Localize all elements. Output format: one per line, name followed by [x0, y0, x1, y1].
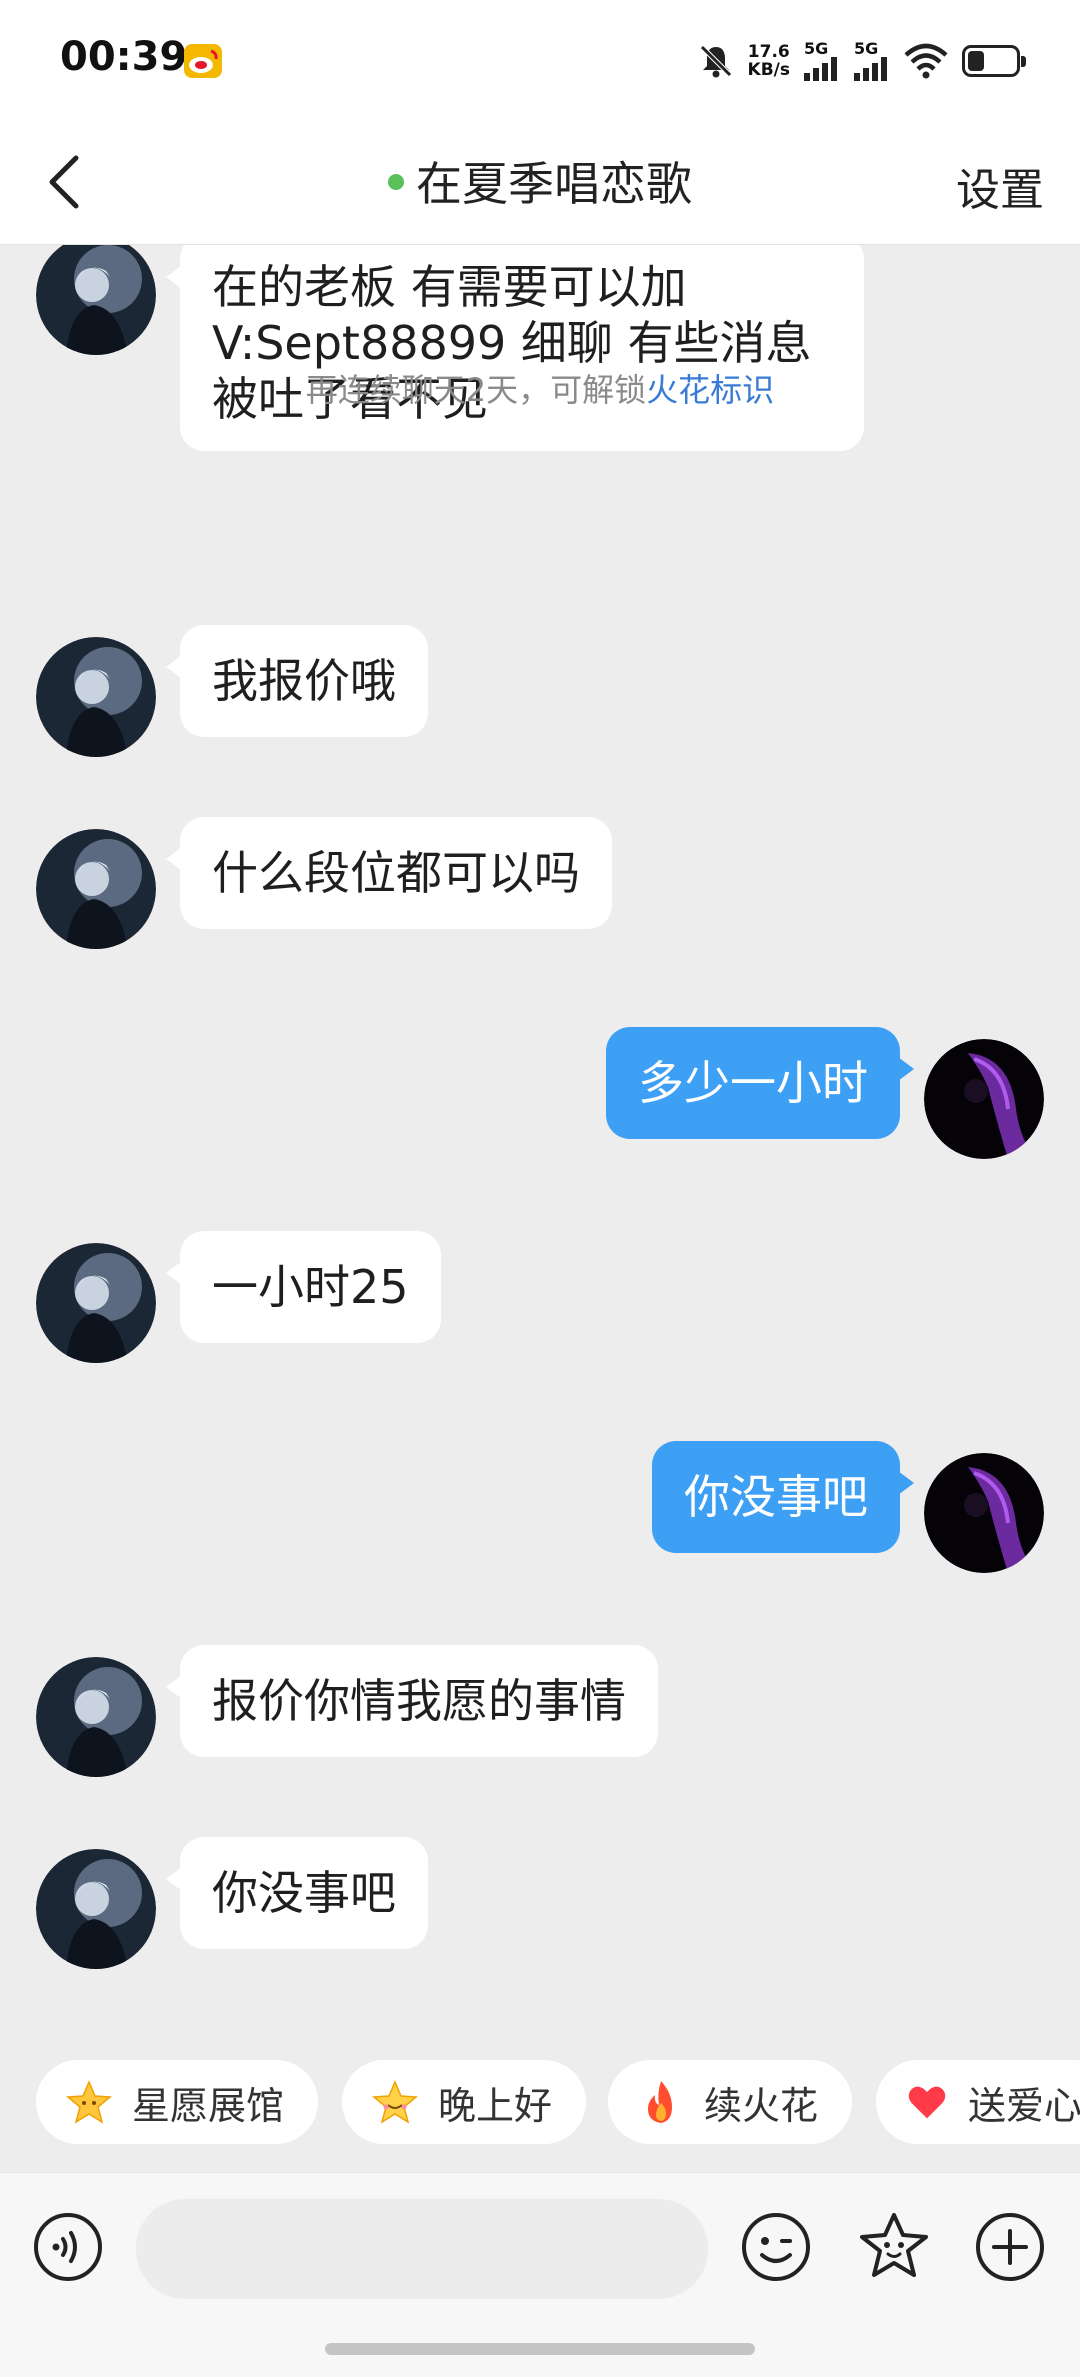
- home-indicator[interactable]: [325, 2343, 755, 2355]
- quick-reply-bar: 星愿展馆 晚上好 续火花 送爱心: [0, 2060, 1080, 2146]
- input-bar: [0, 2172, 1080, 2377]
- contact-avatar[interactable]: [36, 829, 156, 949]
- system-notice-text: 再连续聊天2天，可解锁: [305, 371, 647, 409]
- message-bubble[interactable]: 什么段位都可以吗: [166, 817, 612, 929]
- chip-send-love[interactable]: 送爱心: [876, 2060, 1080, 2144]
- message-bubble[interactable]: 在的老板 有需要可以加V:Sept88899 细聊 有些消息被吐了看不见: [166, 245, 864, 451]
- chip-continue-spark[interactable]: 续火花: [608, 2060, 853, 2144]
- status-bar: 00:39 17.6 KB/s 5G 5G: [0, 0, 1080, 122]
- chat-header: 在夏季唱恋歌 设置: [0, 122, 1080, 245]
- chip-label: 星愿展馆: [132, 2083, 285, 2128]
- my-avatar[interactable]: [924, 1453, 1044, 1573]
- emoji-icon[interactable]: [740, 2211, 812, 2283]
- voice-icon[interactable]: [32, 2211, 104, 2283]
- fire-icon: [648, 2081, 672, 2123]
- chip-label: 晚上好: [438, 2083, 553, 2128]
- chip-good-evening[interactable]: 晚上好: [342, 2060, 587, 2144]
- contact-avatar[interactable]: [36, 1657, 156, 1777]
- wifi-icon: [904, 43, 948, 79]
- signal-label: 5G: [804, 39, 829, 58]
- signal-5g-2: 5G: [854, 41, 890, 81]
- plus-icon[interactable]: [974, 2211, 1046, 2283]
- contact-avatar[interactable]: [36, 1243, 156, 1363]
- chip-label: 续火花: [704, 2083, 819, 2128]
- net-speed-unit: KB/s: [747, 60, 790, 80]
- message-bubble[interactable]: 一小时25: [166, 1231, 441, 1343]
- heart-icon: [908, 2086, 946, 2119]
- message-bubble[interactable]: 你没事吧: [652, 1441, 914, 1553]
- weibo-icon: [184, 44, 222, 78]
- net-speed: 17.6 KB/s: [748, 43, 790, 79]
- online-status-dot: [388, 173, 404, 190]
- contact-name: 在夏季唱恋歌: [416, 157, 692, 211]
- system-notice: 再连续聊天2天，可解锁火花标识: [0, 365, 1080, 411]
- signal-icon: [804, 57, 837, 81]
- contact-avatar[interactable]: [36, 637, 156, 757]
- signal-icon: [854, 57, 887, 81]
- spark-badge-link[interactable]: 火花标识: [646, 371, 774, 409]
- signal-label: 5G: [854, 39, 879, 58]
- star-icon: [66, 2080, 112, 2124]
- message-bubble[interactable]: 报价你情我愿的事情: [166, 1645, 658, 1757]
- message-input[interactable]: [136, 2199, 708, 2299]
- chat-title[interactable]: 在夏季唱恋歌: [0, 148, 1080, 214]
- contact-avatar[interactable]: [36, 245, 156, 355]
- message-bubble[interactable]: 我报价哦: [166, 625, 428, 737]
- status-time: 00:39: [60, 34, 188, 80]
- net-speed-value: 17.6: [747, 42, 790, 62]
- my-avatar[interactable]: [924, 1039, 1044, 1159]
- chip-label: 送爱心: [967, 2083, 1080, 2128]
- signal-5g-1: 5G: [804, 41, 840, 81]
- battery-icon: [962, 45, 1026, 77]
- sticker-icon[interactable]: [856, 2209, 932, 2285]
- contact-avatar[interactable]: [36, 1849, 156, 1969]
- mute-bell-icon: [699, 45, 732, 78]
- settings-button[interactable]: 设置: [956, 154, 1044, 218]
- message-bubble[interactable]: 多少一小时: [606, 1027, 914, 1139]
- chip-star-gallery[interactable]: 星愿展馆: [36, 2060, 319, 2144]
- message-list[interactable]: 在的老板 有需要可以加V:Sept88899 细聊 有些消息被吐了看不见 再连续…: [0, 245, 1080, 2065]
- smiling-star-icon: [372, 2080, 418, 2124]
- message-bubble[interactable]: 你没事吧: [166, 1837, 428, 1949]
